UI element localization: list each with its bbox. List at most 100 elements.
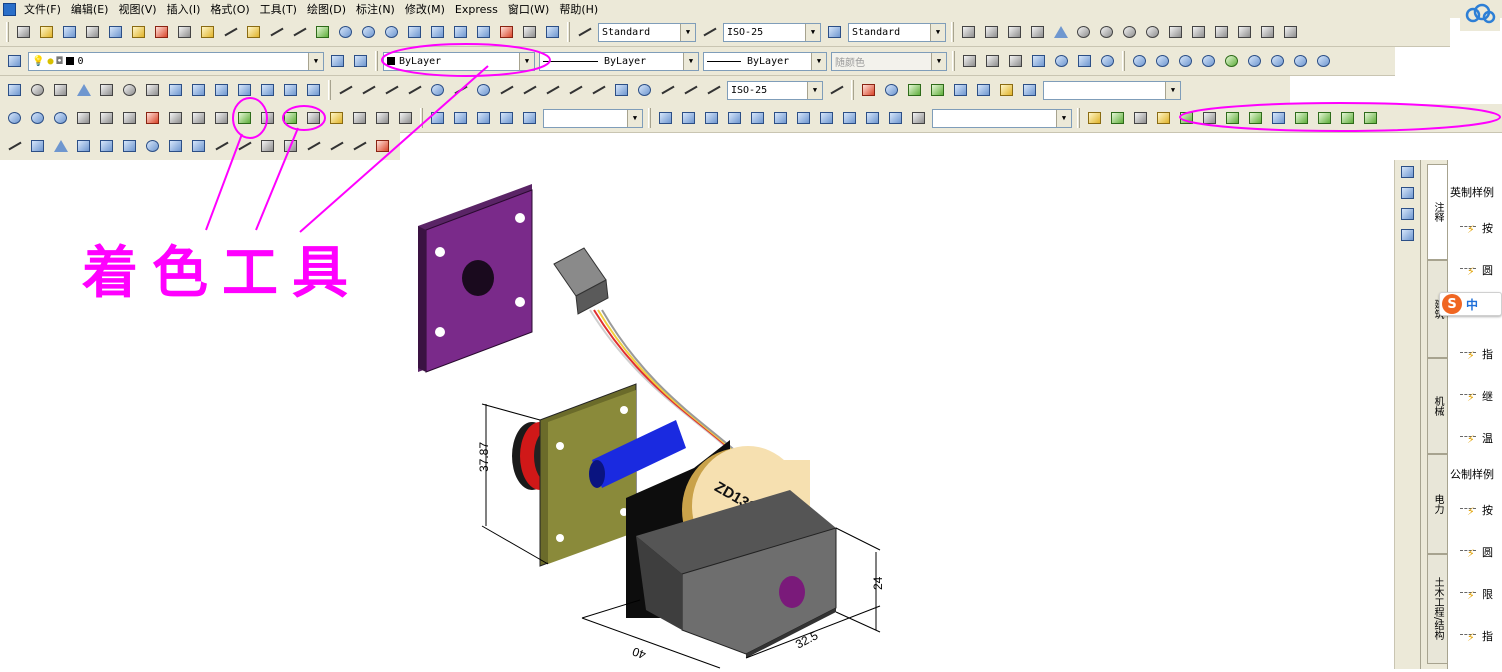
conceptual-icon[interactable]: [1052, 52, 1071, 71]
zoom-previous-icon[interactable]: [382, 23, 401, 42]
toolbar-grip[interactable]: [420, 108, 423, 128]
zoom-all-icon[interactable]: [1291, 52, 1310, 71]
match-properties-icon[interactable]: [221, 23, 240, 42]
design-center-icon[interactable]: [428, 23, 447, 42]
se-iso-icon[interactable]: [840, 109, 859, 128]
named-views-icon[interactable]: [656, 109, 675, 128]
ruled-surface-icon[interactable]: [1258, 23, 1277, 42]
zoom-window-icon[interactable]: [1130, 52, 1149, 71]
box-icon[interactable]: [1005, 23, 1024, 42]
dim-style-combo-2[interactable]: ISO-25 ▼: [727, 80, 823, 100]
trim-icon[interactable]: [212, 137, 231, 156]
edge-icon[interactable]: [1166, 23, 1185, 42]
adjust-distance-icon[interactable]: [974, 81, 993, 100]
chevron-down-icon[interactable]: ▼: [807, 81, 822, 99]
bottom-view-icon[interactable]: [702, 109, 721, 128]
back-view-icon[interactable]: [794, 109, 813, 128]
menu-help[interactable]: 帮助(H): [555, 1, 604, 17]
sw-iso-icon[interactable]: [817, 109, 836, 128]
view-combo[interactable]: ▼: [932, 108, 1072, 128]
point-light-icon[interactable]: [1177, 109, 1196, 128]
chevron-down-icon[interactable]: ▼: [811, 52, 826, 70]
chevron-down-icon[interactable]: ▼: [1056, 109, 1071, 127]
sun-icon[interactable]: ●: [47, 56, 53, 67]
edge-surface-icon[interactable]: [1281, 23, 1300, 42]
undo-icon[interactable]: [267, 23, 286, 42]
rotate-icon[interactable]: [143, 137, 162, 156]
cone-icon[interactable]: [1051, 23, 1070, 42]
visual-style-icon[interactable]: [1098, 52, 1117, 71]
front-view-icon[interactable]: [771, 109, 790, 128]
chevron-down-icon[interactable]: ▼: [930, 23, 945, 41]
tab-annotation[interactable]: 注释: [1427, 164, 1447, 260]
copy-edges-icon[interactable]: [258, 109, 277, 128]
fillet-icon[interactable]: [350, 137, 369, 156]
move-icon[interactable]: [120, 137, 139, 156]
imprint-icon[interactable]: [304, 109, 323, 128]
quick-dim-icon[interactable]: [520, 81, 539, 100]
color-edges-icon[interactable]: [281, 109, 300, 128]
menu-file[interactable]: 文件(F): [20, 1, 67, 17]
toolbar-grip[interactable]: [375, 51, 378, 71]
tabulated-surface-icon[interactable]: [1235, 23, 1254, 42]
wedge-icon[interactable]: [1028, 23, 1047, 42]
extrude-faces-icon[interactable]: [74, 109, 93, 128]
menu-dimension[interactable]: 标注(N): [352, 1, 401, 17]
ucs-icon[interactable]: [428, 109, 447, 128]
copy-object-icon[interactable]: [28, 137, 47, 156]
flatshot-icon[interactable]: [959, 23, 978, 42]
copy-faces-icon[interactable]: [212, 109, 231, 128]
chevron-down-icon[interactable]: ▼: [680, 23, 695, 41]
palette-item[interactable]: 圆: [1458, 260, 1493, 280]
open-file-icon[interactable]: [37, 23, 56, 42]
named-view-combo[interactable]: ▼: [1043, 80, 1181, 100]
ucs-combo[interactable]: ▼: [543, 108, 643, 128]
3d-mesh-icon[interactable]: [1189, 23, 1208, 42]
viewport-convert-icon[interactable]: [1398, 204, 1417, 223]
properties-icon[interactable]: [405, 23, 424, 42]
ne-iso-icon[interactable]: [863, 109, 882, 128]
color-faces-icon[interactable]: [235, 109, 254, 128]
right-view-icon[interactable]: [748, 109, 767, 128]
3d-align-icon[interactable]: [304, 81, 323, 100]
dish-icon[interactable]: [1120, 23, 1139, 42]
arc-length-icon[interactable]: [382, 81, 401, 100]
plot-preview-icon[interactable]: [106, 23, 125, 42]
zoom-out-icon[interactable]: [1268, 52, 1287, 71]
torus-solid-icon[interactable]: [120, 81, 139, 100]
tab-electrical[interactable]: 电力: [1427, 454, 1447, 554]
palette-item[interactable]: 限: [1458, 584, 1493, 604]
block-editor-icon[interactable]: [244, 23, 263, 42]
ucs-previous-icon[interactable]: [474, 109, 493, 128]
zoom-in-icon[interactable]: [1245, 52, 1264, 71]
redo-icon[interactable]: [290, 23, 309, 42]
toolbar-grip[interactable]: [648, 108, 651, 128]
section-plane-icon[interactable]: [982, 23, 1001, 42]
aligned-dim-icon[interactable]: [359, 81, 378, 100]
camera-icon[interactable]: [909, 109, 928, 128]
continuous-orbit-icon[interactable]: [951, 81, 970, 100]
toolbar-grip[interactable]: [1122, 51, 1125, 71]
orbit-icon[interactable]: [905, 81, 924, 100]
join-icon[interactable]: [304, 137, 323, 156]
copy-icon[interactable]: [175, 23, 194, 42]
hidden-icon[interactable]: [1006, 52, 1025, 71]
palette-item[interactable]: 按: [1458, 218, 1493, 238]
cylinder-icon[interactable]: [51, 81, 70, 100]
3d-rotate-icon[interactable]: [281, 81, 300, 100]
break-icon[interactable]: [258, 137, 277, 156]
nw-iso-icon[interactable]: [886, 109, 905, 128]
left-view-icon[interactable]: [725, 109, 744, 128]
zoom-realtime-icon[interactable]: [336, 23, 355, 42]
extend-icon[interactable]: [235, 137, 254, 156]
lineweight-combo[interactable]: ByLayer ▼: [703, 51, 827, 71]
pan-icon[interactable]: [313, 23, 332, 42]
zoom-extents-icon[interactable]: [1314, 52, 1333, 71]
separate-icon[interactable]: [350, 109, 369, 128]
lock-icon[interactable]: ◘: [56, 56, 62, 67]
publish-icon[interactable]: [129, 23, 148, 42]
erase-icon[interactable]: [5, 137, 24, 156]
menu-format[interactable]: 格式(O): [206, 1, 255, 17]
chevron-down-icon[interactable]: ▼: [627, 109, 642, 127]
table-style-combo[interactable]: Standard ▼: [848, 22, 946, 42]
